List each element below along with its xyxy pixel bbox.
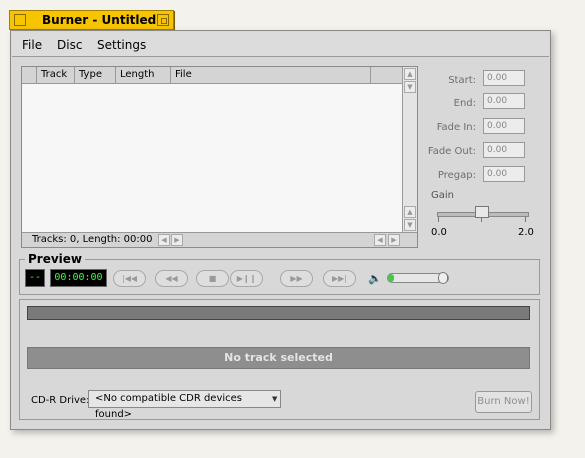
column-type[interactable]: Type: [75, 67, 116, 83]
pregap-label: Pregap:: [437, 170, 476, 181]
track-count-text: Tracks: 0, Length: 00:00: [32, 234, 153, 245]
burn-progress-bar: [27, 306, 530, 320]
track-status-bar: No track selected: [27, 347, 530, 369]
scroll-right-icon[interactable]: ▶: [171, 234, 183, 246]
volume-icon: 🔈: [368, 272, 382, 285]
scroll-left-icon[interactable]: ◀: [158, 234, 170, 246]
menu-file[interactable]: File: [22, 38, 42, 52]
track-list[interactable]: Track Type Length File ▲ ▼ ▲ ▼ Tracks: 0…: [21, 66, 418, 248]
menu-bar: File Disc Settings: [12, 32, 549, 57]
end-field[interactable]: 0.00: [483, 93, 525, 109]
cdr-drive-label: CD-R Drive:: [31, 395, 90, 406]
gain-slider-thumb[interactable]: [475, 206, 489, 218]
gain-min-label: 0.0: [431, 227, 447, 238]
volume-slider-thumb[interactable]: [438, 272, 448, 284]
column-file[interactable]: File: [171, 67, 371, 83]
scroll-up-icon[interactable]: ▲: [404, 206, 416, 218]
fade-in-field[interactable]: 0.00: [483, 118, 525, 134]
fast-forward-button[interactable]: ▶▶: [280, 270, 313, 287]
rewind-button[interactable]: ◀◀: [155, 270, 188, 287]
play-pause-button[interactable]: ▶❙❙: [230, 270, 263, 287]
end-label: End:: [453, 98, 476, 109]
track-number-display: --: [25, 269, 45, 287]
gain-tick: [438, 217, 439, 222]
close-button[interactable]: [14, 14, 26, 26]
title-bar[interactable]: Burner - Untitled: [9, 10, 174, 30]
pregap-field[interactable]: 0.00: [483, 166, 525, 182]
stop-button[interactable]: ■: [196, 270, 229, 287]
window-title: Burner - Untitled: [42, 13, 157, 27]
column-index[interactable]: [22, 67, 37, 83]
column-extra: [371, 67, 405, 83]
gain-tick: [525, 217, 526, 222]
scroll-down-icon[interactable]: ▼: [404, 219, 416, 231]
start-label: Start:: [448, 75, 476, 86]
preview-title: Preview: [25, 252, 86, 266]
dropdown-arrow-icon[interactable]: ▼: [272, 395, 277, 403]
fade-in-label: Fade In:: [436, 122, 476, 133]
time-display: 00:00:00: [50, 269, 107, 287]
burn-now-button[interactable]: Burn Now!: [475, 391, 532, 413]
menu-settings[interactable]: Settings: [97, 38, 146, 52]
track-list-status-bar: Tracks: 0, Length: 00:00 ◀ ▶ ◀ ▶: [22, 232, 417, 247]
gain-label: Gain: [431, 190, 454, 201]
fade-out-field[interactable]: 0.00: [483, 142, 525, 158]
start-field[interactable]: 0.00: [483, 70, 525, 86]
skip-forward-button[interactable]: ▶▶|: [323, 270, 356, 287]
cdr-drive-select[interactable]: <No compatible CDR devices found>: [88, 390, 281, 420]
menu-disc[interactable]: Disc: [57, 38, 82, 52]
skip-back-button[interactable]: |◀◀: [113, 270, 146, 287]
gain-max-label: 2.0: [518, 227, 534, 238]
column-length[interactable]: Length: [116, 67, 171, 83]
column-track[interactable]: Track: [37, 67, 75, 83]
track-list-header: Track Type Length File: [22, 67, 405, 84]
fade-out-label: Fade Out:: [427, 146, 476, 157]
scroll-left-icon[interactable]: ◀: [374, 234, 386, 246]
zoom-button[interactable]: [157, 14, 169, 26]
scroll-right-icon[interactable]: ▶: [388, 234, 400, 246]
volume-fill: [388, 274, 394, 282]
